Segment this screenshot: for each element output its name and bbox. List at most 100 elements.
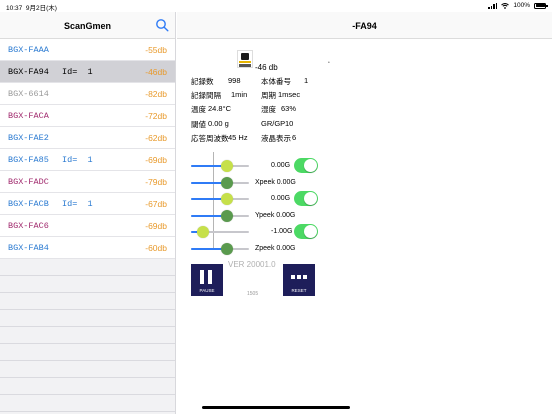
device-list: BGX-FAAA -55db BGX-FA94 Id= 1 -46db BGX-6614 -…	[0, 39, 175, 259]
device-row[interactable]: BGX-FA94 Id= 1 -46db	[0, 61, 175, 83]
device-id: Id= 1	[62, 199, 93, 209]
detail-title: -FA94	[352, 21, 377, 31]
empty-list-area	[0, 259, 175, 414]
device-name: BGX-FA85	[8, 155, 49, 165]
reset-label: RESET	[291, 288, 307, 293]
record-interval-value: 1min	[231, 90, 248, 99]
device-row[interactable]: BGX-FAE2 -62db	[0, 127, 175, 149]
device-name: BGX-FAB4	[8, 243, 49, 253]
device-signal: -67db	[145, 199, 167, 209]
axis-peak-label: Xpeek 0.00G	[255, 179, 296, 186]
device-row[interactable]: BGX-FA85 Id= 1 -69db	[0, 149, 175, 171]
status-right: 100%	[488, 2, 548, 9]
device-name: BGX-FAAA	[8, 45, 49, 55]
toggle-knob	[304, 192, 317, 205]
axis-slider[interactable]	[191, 210, 249, 222]
home-indicator	[202, 406, 350, 409]
axis-peak-label: Ypeek 0.00G	[255, 212, 296, 219]
dots-icon	[291, 275, 307, 279]
grgp-value: 10	[285, 119, 294, 128]
record-interval-label: 記録間隔	[191, 91, 221, 100]
indicator-dot: •	[328, 60, 330, 66]
resp-freq-value: 45 Hz	[228, 133, 248, 142]
temp-value: 24.8°C	[208, 104, 232, 113]
record-count-value: 998	[228, 76, 241, 85]
slider-thumb[interactable]	[220, 193, 233, 205]
toggle-knob	[304, 159, 317, 172]
axis-peak-label: Zpeek 0.00G	[255, 245, 296, 252]
slider-thumb[interactable]	[196, 226, 209, 238]
temp-label: 温度	[191, 105, 206, 114]
slider-thumb[interactable]	[220, 243, 233, 255]
axis-slider[interactable]	[191, 160, 249, 172]
device-row[interactable]: BGX-FAB4 -60db	[0, 237, 175, 259]
device-sidebar: ScanGmen BGX-FAAA -55db BGX-FA94 Id= 1 -46db…	[0, 12, 176, 414]
device-name: BGX-FAE2	[8, 133, 49, 143]
period-label: 周期	[261, 91, 276, 100]
period-value: 1msec	[278, 90, 301, 99]
axis-value-label: 0.00G	[271, 195, 291, 202]
pause-icon	[200, 270, 214, 284]
device-name: BGX-6614	[8, 89, 49, 99]
pause-button[interactable]: PAUSE	[191, 264, 223, 296]
sidebar-nav-bar: ScanGmen	[0, 12, 175, 39]
lcd-label: 液晶表示	[261, 134, 291, 143]
device-row[interactable]: BGX-FACA -72db	[0, 105, 175, 127]
humidity-label: 湿度	[261, 105, 276, 114]
pause-label: PAUSE	[199, 288, 215, 293]
axis-slider[interactable]	[191, 177, 249, 189]
device-row[interactable]: BGX-FAAA -55db	[0, 39, 175, 61]
device-row[interactable]: BGX-FADC -79db	[0, 171, 175, 193]
grgp-label: GR/GP	[261, 119, 286, 128]
axis-value-label: 0.00G	[271, 162, 291, 169]
device-signal: -72db	[145, 111, 167, 121]
sidebar-title: ScanGmen	[63, 21, 112, 31]
device-row[interactable]: BGX-6614 -82db	[0, 83, 175, 105]
axis-slider[interactable]	[191, 226, 249, 238]
threshold-label: 閾値	[191, 120, 206, 129]
axis-toggle[interactable]	[294, 224, 318, 239]
device-id: Id= 1	[62, 155, 93, 165]
threshold-value: 0.00 g	[208, 119, 229, 128]
resp-freq-label: 応答周波数	[191, 134, 229, 143]
search-icon[interactable]	[155, 18, 169, 32]
device-signal: -79db	[145, 177, 167, 187]
axis-value-label: -1.00G	[271, 228, 293, 235]
detail-nav-bar: -FA94	[177, 12, 552, 39]
device-image	[237, 50, 253, 68]
slider-thumb[interactable]	[220, 210, 233, 222]
signal-icon	[488, 2, 498, 9]
lcd-value: 6	[292, 133, 297, 142]
device-detail: -FA94 • -46 db 記録数 998 本体番号 1 記録間隔 1min …	[177, 12, 552, 414]
device-row[interactable]: BGX-FACB Id= 1 -67db	[0, 193, 175, 215]
device-name: BGX-FADC	[8, 177, 49, 187]
battery-icon	[534, 2, 548, 9]
device-signal: -55db	[145, 45, 167, 55]
axis-slider[interactable]	[191, 243, 249, 255]
device-name: BGX-FA94	[8, 67, 49, 77]
axis-toggle[interactable]	[294, 191, 318, 206]
unit-no-label: 本体番号	[261, 77, 291, 86]
device-id: Id= 1	[62, 67, 93, 77]
app-screen: 10:37 9月2日(木) 100% ScanGmen BGX-FAAA -55d…	[0, 0, 552, 414]
battery-percent: 100%	[513, 2, 530, 9]
axis-slider[interactable]	[191, 193, 249, 205]
device-signal: -62db	[145, 133, 167, 143]
status-time: 10:37 9月2日(木)	[6, 5, 57, 12]
axis-toggle[interactable]	[294, 158, 318, 173]
wifi-icon	[501, 2, 510, 9]
device-signal: -60db	[145, 243, 167, 253]
reset-button[interactable]: RESET	[283, 264, 315, 296]
status-bar: 10:37 9月2日(木) 100%	[0, 0, 552, 12]
slider-thumb[interactable]	[220, 160, 233, 172]
version-label: VER 20001.0	[228, 260, 276, 269]
device-name: BGX-FACB	[8, 199, 49, 209]
slider-thumb[interactable]	[220, 177, 233, 189]
signal-strength: -46 db	[255, 63, 278, 72]
device-row[interactable]: BGX-FAC6 -69db	[0, 215, 175, 237]
unit-no-value: 1	[304, 76, 309, 85]
device-signal: -82db	[145, 89, 167, 99]
device-signal: -46db	[145, 67, 167, 77]
toggle-knob	[304, 225, 317, 238]
device-name: BGX-FAC6	[8, 221, 49, 231]
